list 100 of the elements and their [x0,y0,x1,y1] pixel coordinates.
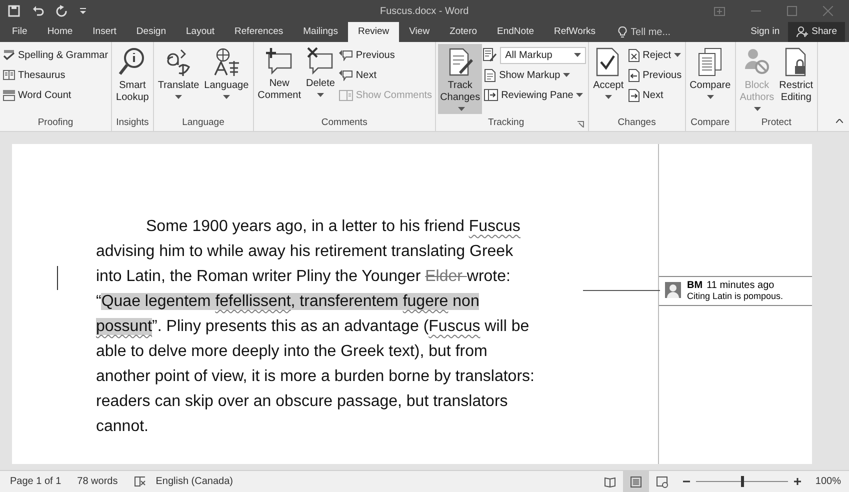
previous-comment-icon [338,49,353,61]
proofing-icon [134,476,146,487]
caret-icon [316,93,324,97]
share-button[interactable]: Share [788,22,845,42]
delete-comment-icon [306,47,334,75]
ribbon-tab[interactable]: Review [348,22,400,42]
caret-icon [706,95,714,99]
caret-icon [175,95,182,99]
next-comment-icon [338,69,353,81]
ribbon-tab[interactable]: Insert [82,22,126,42]
body-paragraph: Some 1900 years ago, in a letter to his friend Fuscus advising him to while away his retirement translating Greek into Latin, the Roman writer Pliny the Younger Elder wrote: “Quae legentem fefellissent, transferentem fugere non possunt”. Pliny presents this as an advantage (Fuscus will be able to delve more deeply into the Greek text), but from another point of view, it is more a burden borne by translators: readers can skip over an obscure passage, but translators cannot. [96,217,536,437]
word-count[interactable]: 78 words [77,474,118,489]
language-indicator[interactable]: English (Canada) [156,474,233,489]
ribbon-button[interactable]: Reviewing Pane [483,85,586,105]
avatar-icon [665,282,681,298]
comments-pane-icon [338,90,353,100]
translate-icon [164,47,192,77]
ribbon-button[interactable]: Language [202,44,251,114]
slider-thumb[interactable] [740,476,744,487]
read-mode-icon [604,476,616,488]
tell-me-input[interactable]: Tell me... [630,24,683,40]
ribbon-display-icon [714,6,725,16]
caret-icon [604,95,612,99]
page-count[interactable]: Page 1 of 1 [10,474,62,489]
zoom-level[interactable]: 100% [815,474,841,489]
next-change-icon [628,88,640,102]
caret-icon [222,95,230,99]
ribbon-button[interactable]: Word Count [2,85,110,105]
ribbon-button[interactable]: Previous [626,65,683,85]
ribbon-button[interactable]: Spelling & Grammar [2,45,110,65]
customize-icon [80,8,86,14]
maximize-icon [787,6,797,16]
web-layout-icon [656,476,668,488]
group-label: Changes [618,116,656,130]
ribbon-tab[interactable]: Mailings [293,22,348,42]
group-label: Proofing [38,116,74,130]
blocked-user-icon [742,47,771,77]
ribbon-button[interactable]: Previous [338,45,434,65]
ribbon-button[interactable]: Delete [304,44,337,114]
caret-icon [458,107,465,112]
ribbon-tab[interactable]: Design [126,22,176,42]
ribbon-button[interactable]: Show Markup [483,65,586,85]
ribbon-button[interactable]: Translate [156,44,202,114]
new-comment-icon [265,47,294,75]
ribbon-button[interactable]: Restrict Editing [777,44,816,114]
group-label: Tracking [488,116,524,130]
zoom-in-icon [794,478,802,485]
ribbon-tab[interactable]: Zotero [440,22,488,42]
word-count-icon [3,90,15,100]
sign-in-link[interactable]: Sign in [742,22,788,42]
caret-icon [576,93,584,97]
accept-check-icon [595,47,622,77]
caret-icon [563,73,570,77]
ribbon-tab[interactable]: Layout [176,22,225,42]
comment-author: BM [687,280,703,291]
spelling-check-icon [3,50,15,60]
ribbon-button[interactable]: Reject [626,45,683,65]
group-label: Protect [761,116,792,130]
reviewing-pane-icon [484,89,498,101]
caret-icon [674,53,682,57]
locked-document-icon [784,47,808,77]
lightbulb-icon [618,26,627,38]
ribbon-tab[interactable]: References [224,22,294,42]
person-add-icon [796,26,808,38]
ribbon-button[interactable]: Smart Lookup [114,44,151,114]
reject-icon [628,48,640,62]
ribbon-button[interactable]: New Comment [256,44,304,114]
markup-icon [483,48,498,62]
group-label: Insights [116,116,149,130]
ribbon-button[interactable]: Track Changes [438,44,482,114]
view-button[interactable] [623,471,650,492]
markup-dropdown[interactable]: All Markup [500,46,586,64]
ribbon-button[interactable]: Thesaurus [2,65,110,85]
window-title: Fuscus.docx - Word [380,4,469,18]
ribbon-button[interactable]: Next [338,65,434,85]
caret-icon [574,53,582,57]
ribbon-tab[interactable]: EndNote [487,22,544,42]
ribbon-button[interactable]: Compare [688,44,733,114]
dialog-launcher-icon [577,121,584,128]
group-label: Language [182,116,224,130]
collapse-ribbon-icon [836,119,843,123]
ribbon-button[interactable]: Next [626,85,683,105]
group-label: Comments [321,116,368,130]
print-layout-icon [630,476,642,488]
undo-icon [32,5,44,17]
document-icon [484,68,496,82]
zoom-out-icon [683,478,690,485]
redo-icon [56,5,68,17]
ribbon-tab[interactable]: File [2,22,38,42]
caret-icon [754,107,762,112]
close-icon [823,6,833,16]
previous-change-icon [628,68,640,82]
save-icon [8,5,20,17]
ribbon-tab[interactable]: View [399,22,440,42]
ribbon-tab[interactable]: RefWorks [544,22,606,42]
ribbon-tab[interactable]: Home [37,22,83,42]
ribbon-button[interactable]: Accept [591,44,626,114]
comment-text: Citing Latin is pompous. [687,291,784,302]
comment-time: 11 minutes ago [706,280,774,291]
compare-documents-icon [697,47,724,77]
